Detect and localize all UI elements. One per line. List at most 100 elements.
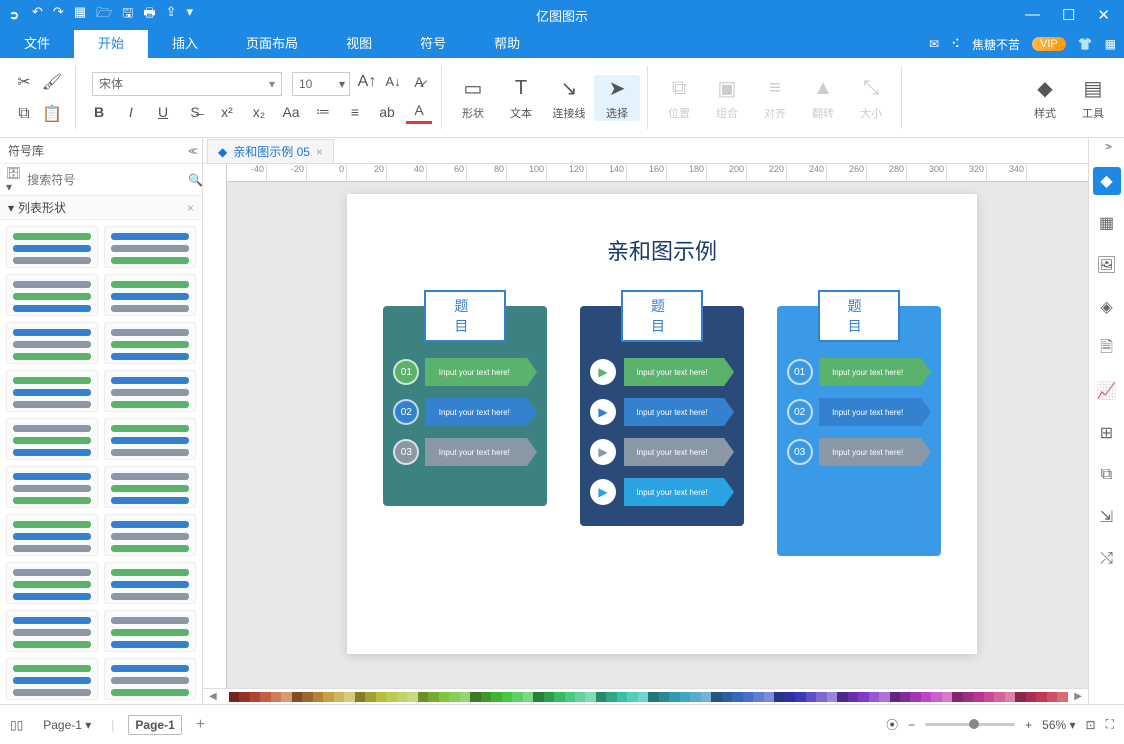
card-title[interactable]: 题目: [621, 290, 703, 342]
shape-thumb[interactable]: [6, 322, 98, 364]
theme-icon[interactable]: 👕: [1078, 37, 1093, 51]
menu-帮助[interactable]: 帮助: [470, 30, 544, 58]
shape-thumb[interactable]: [6, 466, 98, 508]
card-row[interactable]: 03Input your text here!: [393, 438, 537, 466]
card-row[interactable]: 01Input your text here!: [393, 358, 537, 386]
shape-thumbnails-grid[interactable]: [0, 220, 202, 704]
ribbon-文本[interactable]: T文本: [498, 75, 544, 121]
shape-thumb[interactable]: [6, 274, 98, 316]
vip-badge[interactable]: VIP: [1032, 37, 1066, 51]
shape-thumb[interactable]: [104, 274, 196, 316]
zoom-in-button[interactable]: +: [1025, 718, 1032, 732]
shape-thumb[interactable]: [6, 658, 98, 700]
bold-button[interactable]: B: [86, 100, 112, 124]
page-tool-icon[interactable]: 🗎: [1093, 335, 1121, 363]
open-icon[interactable]: 🗁: [96, 4, 112, 26]
ribbon-工具[interactable]: ▤工具: [1070, 75, 1116, 121]
qat-more-icon[interactable]: ▾: [187, 4, 194, 26]
affinity-card[interactable]: 题目▶Input your text here!▶Input your text…: [580, 306, 744, 526]
shape-thumb[interactable]: [104, 466, 196, 508]
library-picker-icon[interactable]: 🗄▾: [6, 166, 21, 194]
superscript-button[interactable]: x²: [214, 100, 240, 124]
zoom-slider[interactable]: [925, 723, 1015, 726]
ribbon-样式[interactable]: ◆样式: [1022, 75, 1068, 121]
shape-thumb[interactable]: [6, 610, 98, 652]
font-color-button[interactable]: A: [406, 100, 432, 124]
export-tool-icon[interactable]: ⇲: [1093, 503, 1121, 531]
font-family-dropdown[interactable]: 宋体▾: [92, 72, 282, 96]
card-row[interactable]: 01Input your text here!: [787, 358, 931, 386]
collapse-panel-icon[interactable]: <<: [188, 144, 194, 158]
paste-icon[interactable]: 📋: [40, 100, 64, 128]
search-icon[interactable]: 🔍: [188, 173, 203, 187]
affinity-card[interactable]: 题目01Input your text here!02Input your te…: [777, 306, 941, 556]
card-row[interactable]: 02Input your text here!: [393, 398, 537, 426]
page-title[interactable]: 亲和图示例: [347, 194, 977, 266]
shape-thumb[interactable]: [104, 418, 196, 460]
shape-thumb[interactable]: [104, 562, 196, 604]
add-page-button[interactable]: +: [196, 716, 205, 734]
colorbar-left-arrow[interactable]: ◀: [209, 691, 229, 702]
shuffle-tool-icon[interactable]: ⤭: [1093, 545, 1121, 573]
group-tool-icon[interactable]: ⧉: [1093, 461, 1121, 489]
colorbar-right-arrow[interactable]: ▶: [1068, 691, 1082, 702]
menu-文件[interactable]: 文件: [0, 30, 74, 58]
card-row[interactable]: ▶Input your text here!: [590, 478, 734, 506]
grid-tool-icon[interactable]: ▦: [1093, 209, 1121, 237]
bullets-button[interactable]: ≔: [310, 100, 336, 124]
shape-thumb[interactable]: [104, 370, 196, 412]
close-category-icon[interactable]: ×: [187, 201, 194, 215]
format-painter-icon[interactable]: 🖌: [40, 68, 64, 96]
clear-format-icon[interactable]: A̷: [406, 70, 432, 94]
shape-thumb[interactable]: [6, 514, 98, 556]
card-row[interactable]: ▶Input your text here!: [590, 358, 734, 386]
search-input[interactable]: [27, 173, 182, 187]
user-name[interactable]: 焦糖不苦: [972, 36, 1020, 53]
close-tab-icon[interactable]: ×: [316, 145, 323, 159]
card-row[interactable]: 03Input your text here!: [787, 438, 931, 466]
close-button[interactable]: ✕: [1097, 6, 1110, 24]
outline-toggle-icon[interactable]: ▯▯: [10, 718, 23, 732]
shape-thumb[interactable]: [104, 322, 196, 364]
chart-tool-icon[interactable]: 📈: [1093, 377, 1121, 405]
shape-thumb[interactable]: [6, 418, 98, 460]
shape-thumb[interactable]: [104, 610, 196, 652]
shape-thumb[interactable]: [6, 370, 98, 412]
align-button[interactable]: ≡: [342, 100, 368, 124]
canvas[interactable]: -40-200204060801001201401601802002202402…: [227, 164, 1088, 688]
feedback-icon[interactable]: ✉: [929, 37, 939, 51]
italic-button[interactable]: I: [118, 100, 144, 124]
copy-icon[interactable]: ⧉: [12, 100, 36, 128]
fit-width-icon[interactable]: ⊡: [1086, 718, 1096, 732]
shape-thumb[interactable]: [104, 226, 196, 268]
card-row[interactable]: ▶Input your text here!: [590, 438, 734, 466]
shape-thumb[interactable]: [104, 514, 196, 556]
menu-符号[interactable]: 符号: [396, 30, 470, 58]
zoom-out-button[interactable]: −: [908, 718, 915, 732]
case-button[interactable]: Aa: [278, 100, 304, 124]
table-tool-icon[interactable]: ⊞: [1093, 419, 1121, 447]
library-category[interactable]: ▾列表形状×: [0, 196, 202, 220]
new-icon[interactable]: ▦: [74, 4, 86, 26]
zoom-level[interactable]: 56% ▾: [1042, 718, 1075, 732]
image-tool-icon[interactable]: 🖼: [1093, 251, 1121, 279]
expand-right-icon[interactable]: >>: [1105, 142, 1109, 153]
highlight-button[interactable]: ab: [374, 100, 400, 124]
cut-icon[interactable]: ✂: [12, 68, 36, 96]
save-icon[interactable]: 🖫: [122, 4, 133, 26]
minimize-button[interactable]: —: [1025, 6, 1040, 24]
underline-button[interactable]: U: [150, 100, 176, 124]
affinity-card[interactable]: 题目01Input your text here!02Input your te…: [383, 306, 547, 506]
menu-页面布局[interactable]: 页面布局: [222, 30, 322, 58]
page-selector[interactable]: Page-1 ▾: [37, 716, 97, 734]
subscript-button[interactable]: x₂: [246, 100, 272, 124]
share-icon[interactable]: ⠪: [951, 37, 960, 51]
card-row[interactable]: 02Input your text here!: [787, 398, 931, 426]
document-tab[interactable]: ◆ 亲和图示例 05 ×: [207, 139, 334, 163]
layers-tool-icon[interactable]: ◈: [1093, 293, 1121, 321]
strike-button[interactable]: S̶: [182, 100, 208, 124]
ribbon-连接线[interactable]: ↘连接线: [546, 75, 592, 121]
card-title[interactable]: 题目: [818, 290, 900, 342]
fullscreen-icon[interactable]: ⛶: [1106, 717, 1114, 732]
redo-icon[interactable]: ↷: [53, 4, 64, 26]
